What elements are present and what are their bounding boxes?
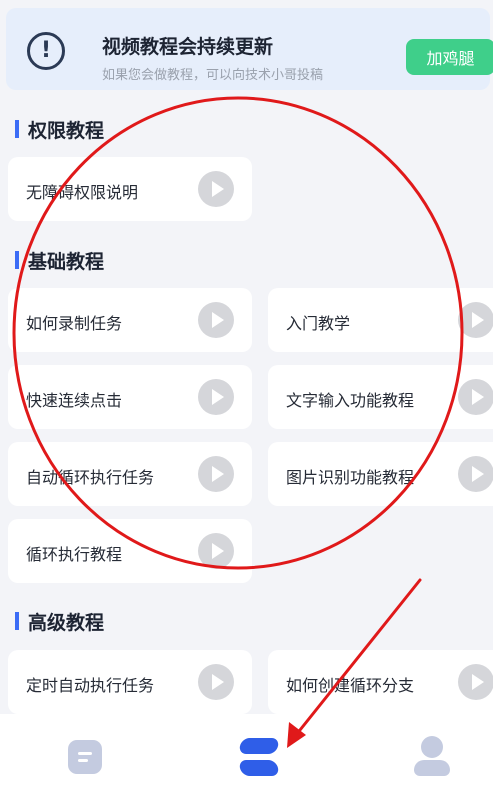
tutorial-card[interactable]: 循环执行教程 — [8, 519, 252, 583]
tutorial-card-label: 快速连续点击 — [26, 391, 123, 410]
tutorial-card-label: 文字输入功能教程 — [286, 391, 415, 410]
section-heading-basic: 基础教程 — [15, 249, 104, 273]
play-icon[interactable] — [458, 379, 493, 415]
section-heading-advanced: 高级教程 — [15, 610, 104, 634]
update-banner: ! 视频教程会持续更新 如果您会做教程，可以向技术小哥投稿 加鸡腿 — [6, 8, 493, 90]
tutorial-card[interactable]: 定时自动执行任务 — [8, 650, 252, 714]
tutorial-card-label: 图片识别功能教程 — [286, 468, 415, 487]
section-accent-bar — [15, 120, 19, 138]
tutorial-card-label: 定时自动执行任务 — [26, 676, 155, 695]
play-icon[interactable] — [458, 456, 493, 492]
play-icon[interactable] — [198, 533, 234, 569]
play-icon[interactable] — [198, 456, 234, 492]
play-icon[interactable] — [198, 379, 234, 415]
section-accent-bar — [15, 612, 19, 630]
tutorial-card[interactable]: 快速连续点击 — [8, 365, 252, 429]
play-icon[interactable] — [458, 664, 493, 700]
play-icon[interactable] — [458, 302, 493, 338]
tutorial-card-label: 如何创建循环分支 — [286, 676, 415, 695]
add-drumstick-button[interactable]: 加鸡腿 — [406, 39, 493, 75]
section-heading-permission: 权限教程 — [15, 118, 104, 142]
tutorial-card[interactable]: 无障碍权限说明 — [8, 157, 252, 221]
tutorial-card-label: 自动循环执行任务 — [26, 468, 155, 487]
tutorial-card-label: 循环执行教程 — [26, 545, 123, 564]
section-accent-bar — [15, 251, 19, 269]
tutorial-card[interactable]: 如何创建循环分支 — [268, 650, 493, 714]
tutorial-card[interactable]: 如何录制任务 — [8, 288, 252, 352]
bottom-nav — [0, 714, 493, 791]
tutorial-card-label: 入门教学 — [286, 314, 351, 333]
tutorial-card[interactable]: 图片识别功能教程 — [268, 442, 493, 506]
play-icon[interactable] — [198, 171, 234, 207]
play-icon[interactable] — [198, 302, 234, 338]
doc-icon[interactable] — [68, 740, 102, 774]
banner-title: 视频教程会持续更新 — [102, 36, 274, 58]
alert-circle-icon: ! — [27, 32, 65, 70]
profile-icon[interactable] — [414, 736, 450, 776]
tutorial-card[interactable]: 入门教学 — [268, 288, 493, 352]
tutorial-card-label: 如何录制任务 — [26, 314, 123, 333]
tutorial-card[interactable]: 文字输入功能教程 — [268, 365, 493, 429]
tutorial-icon[interactable] — [238, 738, 280, 778]
tutorial-card-label: 无障碍权限说明 — [26, 183, 139, 202]
play-icon[interactable] — [198, 664, 234, 700]
banner-subtitle: 如果您会做教程，可以向技术小哥投稿 — [102, 68, 324, 83]
tutorial-card[interactable]: 自动循环执行任务 — [8, 442, 252, 506]
